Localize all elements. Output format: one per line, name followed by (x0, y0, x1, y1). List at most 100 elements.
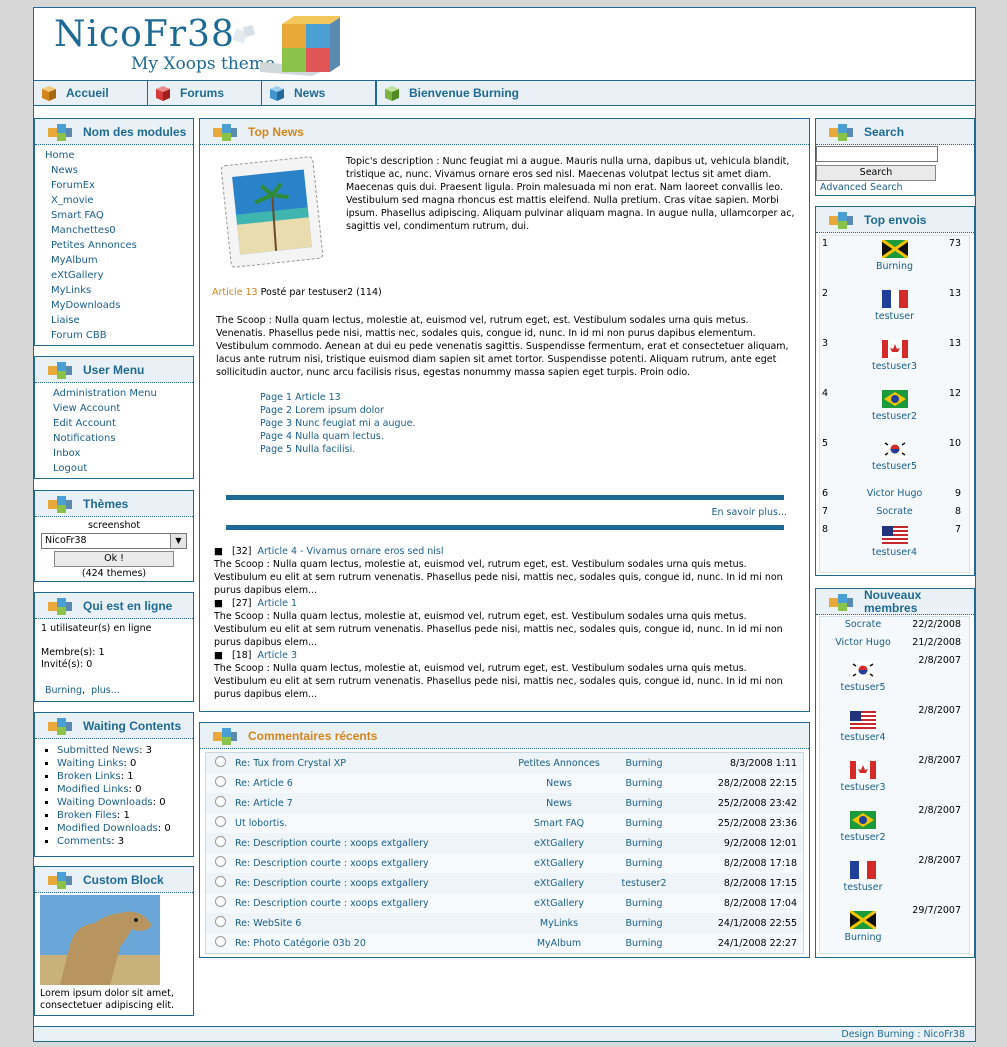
page-link[interactable]: Page 2 Lorem ipsum dolor (260, 404, 415, 417)
nav-item-welcome[interactable]: Bienvenue Burning (376, 81, 536, 105)
comment-title-link[interactable]: Re: Article 6 (235, 778, 293, 789)
module-link[interactable]: MyDownloads (45, 298, 193, 313)
comment-user-link[interactable]: Burning (626, 758, 663, 769)
page-link[interactable]: Page 1 Article 13 (260, 391, 415, 404)
news-title-link[interactable]: Article 3 (258, 650, 298, 661)
user-link[interactable]: Burning (845, 932, 882, 943)
user-link[interactable]: Victor Hugo (867, 488, 923, 499)
comment-title-link[interactable]: Re: Description courte : xoops extgaller… (235, 858, 429, 869)
module-link[interactable]: Petites Annonces (45, 238, 193, 253)
article-link[interactable]: Article 13 (212, 287, 258, 298)
comment-module-link[interactable]: eXtGallery (534, 878, 584, 889)
search-input[interactable] (816, 146, 938, 162)
user-link[interactable]: testuser2 (840, 832, 885, 843)
module-link[interactable]: Manchettes0 (45, 223, 193, 238)
comment-title-link[interactable]: Re: Tux from Crystal XP (235, 758, 346, 769)
comment-module-link[interactable]: MyLinks (540, 918, 578, 929)
user-link[interactable]: testuser4 (872, 547, 917, 558)
nav-item-news[interactable]: News (262, 81, 376, 105)
user-link[interactable]: testuser4 (840, 732, 885, 743)
module-link[interactable]: MyLinks (45, 283, 193, 298)
comment-user-link[interactable]: Burning (626, 838, 663, 849)
comment-user-link[interactable]: Burning (626, 938, 663, 949)
comment-module-link[interactable]: Smart FAQ (534, 818, 584, 829)
usermenu-link[interactable]: Edit Account (53, 416, 193, 431)
comment-module-link[interactable]: eXtGallery (534, 858, 584, 869)
online-more-link[interactable]: plus... (91, 685, 120, 696)
comment-user-link[interactable]: Burning (626, 778, 663, 789)
waiting-link[interactable]: Comments (57, 836, 111, 847)
usermenu-link[interactable]: Notifications (53, 431, 193, 446)
online-user-link[interactable]: Burning (45, 685, 82, 696)
comment-user-link[interactable]: Burning (626, 898, 663, 909)
module-link[interactable]: Liaise (45, 313, 193, 328)
page-link[interactable]: Page 3 Nunc feugiat mi a augue. (260, 417, 415, 430)
theme-select[interactable]: NicoFr38 ▼ (41, 533, 187, 549)
comment-module-link[interactable]: eXtGallery (534, 898, 584, 909)
user-link[interactable]: testuser (844, 882, 883, 893)
rank: 8 (822, 524, 829, 535)
nav-item-accueil[interactable]: Accueil (34, 81, 148, 105)
waiting-link[interactable]: Waiting Downloads (57, 797, 153, 808)
waiting-item: Comments: 3 (57, 835, 193, 848)
chevron-down-icon[interactable]: ▼ (170, 534, 186, 548)
comment-user-link[interactable]: Burning (626, 798, 663, 809)
user-link[interactable]: Socrate (876, 506, 912, 517)
user-link[interactable]: testuser5 (840, 682, 885, 693)
usermenu-link[interactable]: View Account (53, 401, 193, 416)
comment-user-link[interactable]: Burning (626, 858, 663, 869)
nav-item-forums[interactable]: Forums (148, 81, 262, 105)
search-button[interactable]: Search (816, 165, 936, 181)
module-link[interactable]: Home (45, 148, 193, 163)
user-link[interactable]: Burning (876, 261, 913, 272)
comment-title-link[interactable]: Re: Description courte : xoops extgaller… (235, 878, 429, 889)
module-link[interactable]: MyAlbum (45, 253, 193, 268)
site-title[interactable]: NicoFr38 (54, 14, 235, 55)
waiting-link[interactable]: Broken Links (57, 771, 121, 782)
comment-user-link[interactable]: testuser2 (621, 878, 666, 889)
news-title-link[interactable]: Article 1 (258, 598, 298, 609)
comment-module-link[interactable]: MyAlbum (537, 938, 581, 949)
waiting-link[interactable]: Modified Links (57, 784, 129, 795)
module-link[interactable]: Forum CBB (45, 328, 193, 343)
usermenu-link[interactable]: Administration Menu (53, 386, 193, 401)
comment-title-link[interactable]: Re: WebSite 6 (235, 918, 301, 929)
user-link[interactable]: testuser3 (840, 782, 885, 793)
waiting-link[interactable]: Broken Files (57, 810, 117, 821)
user-link[interactable]: testuser2 (872, 411, 917, 422)
comment-title-link[interactable]: Re: Description courte : xoops extgaller… (235, 898, 429, 909)
news-title-link[interactable]: Article 4 - Vivamus ornare eros sed nisl (258, 546, 444, 557)
comment-title-link[interactable]: Re: Photo Catégorie 03b 20 (235, 938, 366, 949)
usermenu-link[interactable]: Logout (53, 461, 193, 476)
usermenu-link[interactable]: Inbox (53, 446, 193, 461)
page-link[interactable]: Page 5 Nulla facilisi. (260, 443, 415, 456)
comment-user-link[interactable]: Burning (626, 818, 663, 829)
comment-user-link[interactable]: Burning (626, 918, 663, 929)
comment-title-link[interactable]: Re: Description courte : xoops extgaller… (235, 838, 429, 849)
waiting-link[interactable]: Modified Downloads (57, 823, 158, 834)
advanced-search-link[interactable]: Advanced Search (816, 181, 974, 194)
comment-module-link[interactable]: Petites Annonces (518, 758, 600, 769)
comment-module-link[interactable]: eXtGallery (534, 838, 584, 849)
user-link[interactable]: testuser3 (872, 361, 917, 372)
user-link[interactable]: testuser (875, 311, 914, 322)
comment-title-link[interactable]: Ut lobortis. (235, 818, 287, 829)
module-link[interactable]: eXtGallery (45, 268, 193, 283)
bullet-icon: ■ (214, 598, 226, 609)
page-link[interactable]: Page 4 Nulla quam lectus. (260, 430, 415, 443)
user-link[interactable]: Socrate (845, 619, 881, 630)
theme-ok-button[interactable]: Ok ! (54, 551, 174, 567)
waiting-link[interactable]: Submitted News (57, 745, 139, 756)
read-more-link[interactable]: En savoir plus... (711, 507, 787, 518)
user-link[interactable]: testuser5 (872, 461, 917, 472)
newmember-row: 2/8/2007 testuser4 (820, 703, 969, 753)
module-link[interactable]: Smart FAQ (45, 208, 193, 223)
module-link[interactable]: X_movie (45, 193, 193, 208)
comment-module-link[interactable]: News (546, 778, 572, 789)
module-link[interactable]: News (45, 163, 193, 178)
comment-module-link[interactable]: News (546, 798, 572, 809)
waiting-link[interactable]: Waiting Links (57, 758, 123, 769)
user-link[interactable]: Victor Hugo (835, 637, 891, 648)
comment-title-link[interactable]: Re: Article 7 (235, 798, 293, 809)
module-link[interactable]: ForumEx (45, 178, 193, 193)
